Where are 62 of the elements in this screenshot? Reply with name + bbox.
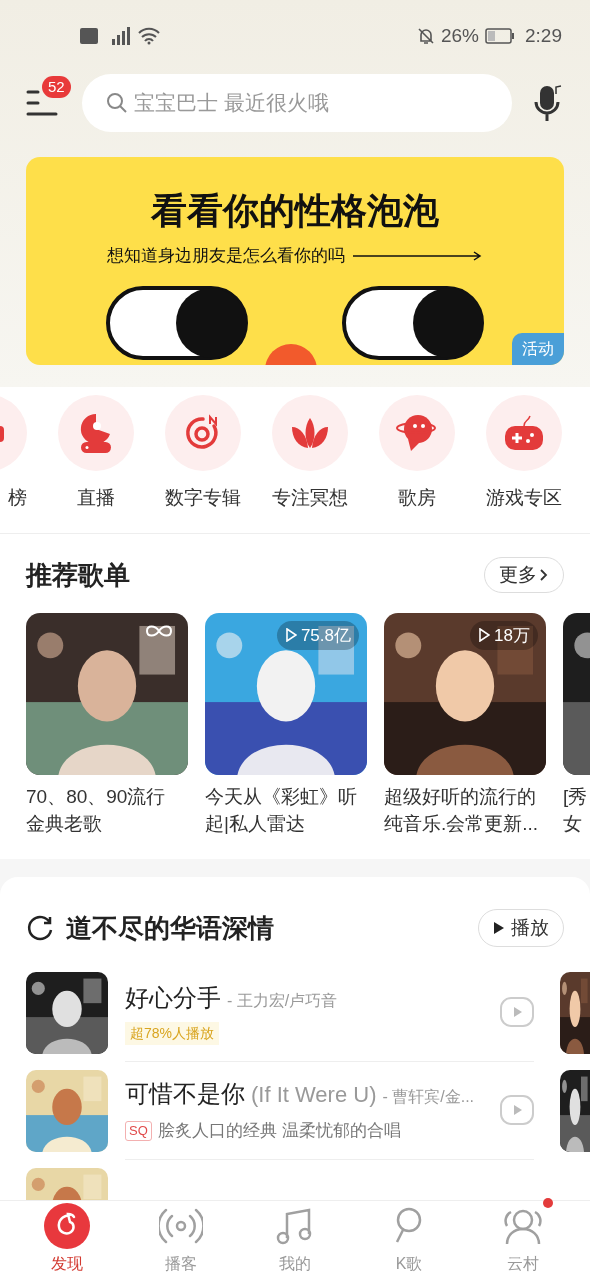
section-title: 推荐歌单 — [26, 558, 130, 592]
banner-subtitle: 想知道身边朋友是怎么看你的吗 — [107, 245, 345, 267]
play-icon — [284, 628, 297, 643]
tab-label: 播客 — [165, 1254, 197, 1275]
gamepad-icon — [503, 414, 545, 452]
tab-label: 云村 — [507, 1254, 539, 1275]
logo-icon — [44, 1203, 90, 1250]
shortcut-label: 专注冥想 — [272, 486, 348, 510]
play-count: 75.8亿 — [276, 620, 359, 650]
tab-item[interactable]: 发现 — [27, 1202, 107, 1277]
hd-icon — [80, 28, 98, 44]
shortcut-item[interactable]: 数字专辑 — [165, 395, 241, 513]
play-icon — [493, 921, 505, 935]
search-bar[interactable]: 宝宝巴士 最近很火哦 — [82, 74, 512, 132]
wifi-icon — [138, 27, 160, 45]
shortcut-label: 歌房 — [398, 486, 436, 510]
battery-icon — [485, 28, 515, 44]
quality-tag: SQ — [125, 1121, 152, 1141]
play-count: 18万 — [470, 620, 538, 650]
shortcut-item[interactable]: 歌房 — [379, 395, 455, 513]
tab-label: 我的 — [279, 1254, 311, 1275]
song-artist: - 王力宏/卢巧音 — [227, 990, 338, 1011]
shortcut-label: 游戏专区 — [486, 486, 562, 510]
arrow-icon — [353, 250, 483, 261]
muted-bell-icon — [417, 27, 435, 45]
playlist-card[interactable]: 70、80、90流行金典老歌 — [26, 612, 188, 837]
song-subtitle: (If It Were U) — [251, 1081, 377, 1110]
search-icon — [106, 92, 128, 114]
playlist-title: [秀女 — [563, 784, 589, 836]
shortcut-item[interactable]: 榜 — [0, 395, 27, 513]
shortcut-item[interactable]: 专注冥想 — [272, 395, 348, 513]
shortcut-label: 榜 — [8, 486, 27, 510]
playlist-card[interactable]: 18万 超级好听的流行的纯音乐.会常更新... — [384, 612, 546, 837]
section-title: 道不尽的华语深情 — [66, 911, 274, 945]
shortcut-label: 数字专辑 — [165, 486, 241, 510]
tab-label: K歌 — [395, 1254, 423, 1275]
song-artist: - 曹轩宾/金... — [382, 1087, 475, 1108]
playlist-title: 70、80、90流行金典老歌 — [26, 784, 167, 836]
clock: 2:29 — [525, 23, 562, 48]
playlist-card[interactable]: [秀女 — [563, 612, 590, 837]
hot-tag: 超78%人播放 — [125, 1021, 220, 1045]
chat-bubble-icon — [396, 413, 438, 453]
playlist-title: 超级好听的流行的纯音乐.会常更新... — [384, 784, 539, 836]
shortcut-label: 直播 — [77, 486, 115, 510]
battery-percent: 26% — [441, 23, 479, 48]
playlist-card[interactable]: 75.8亿 今天从《彩虹》听起|私人雷达 — [205, 612, 367, 837]
shortcut-item[interactable]: 直播 — [58, 395, 134, 513]
song-note: 脍炙人口的经典 温柔忧郁的合唱 — [157, 1120, 401, 1143]
tab-label: 发现 — [51, 1254, 83, 1275]
shortcut-item[interactable]: 游戏专区 — [486, 395, 562, 513]
search-input[interactable]: 宝宝巴士 最近很火哦 — [134, 87, 488, 119]
song-title: 可惜不是你 — [125, 1079, 245, 1110]
song-title: 好心分手 — [125, 982, 221, 1013]
refresh-icon[interactable] — [26, 914, 54, 942]
banner-tag: 活动 — [512, 333, 564, 365]
chevron-icon — [539, 568, 549, 582]
play-icon — [478, 628, 491, 643]
promo-banner[interactable]: 看看你的性格泡泡 想知道身边朋友是怎么看你的吗 活动 — [26, 157, 564, 365]
notification-badge: 52 — [42, 76, 71, 98]
lotus-icon — [289, 416, 331, 450]
playlist-title: 今天从《彩虹》听起|私人雷达 — [205, 784, 358, 836]
banner-title: 看看你的性格泡泡 — [151, 193, 439, 229]
